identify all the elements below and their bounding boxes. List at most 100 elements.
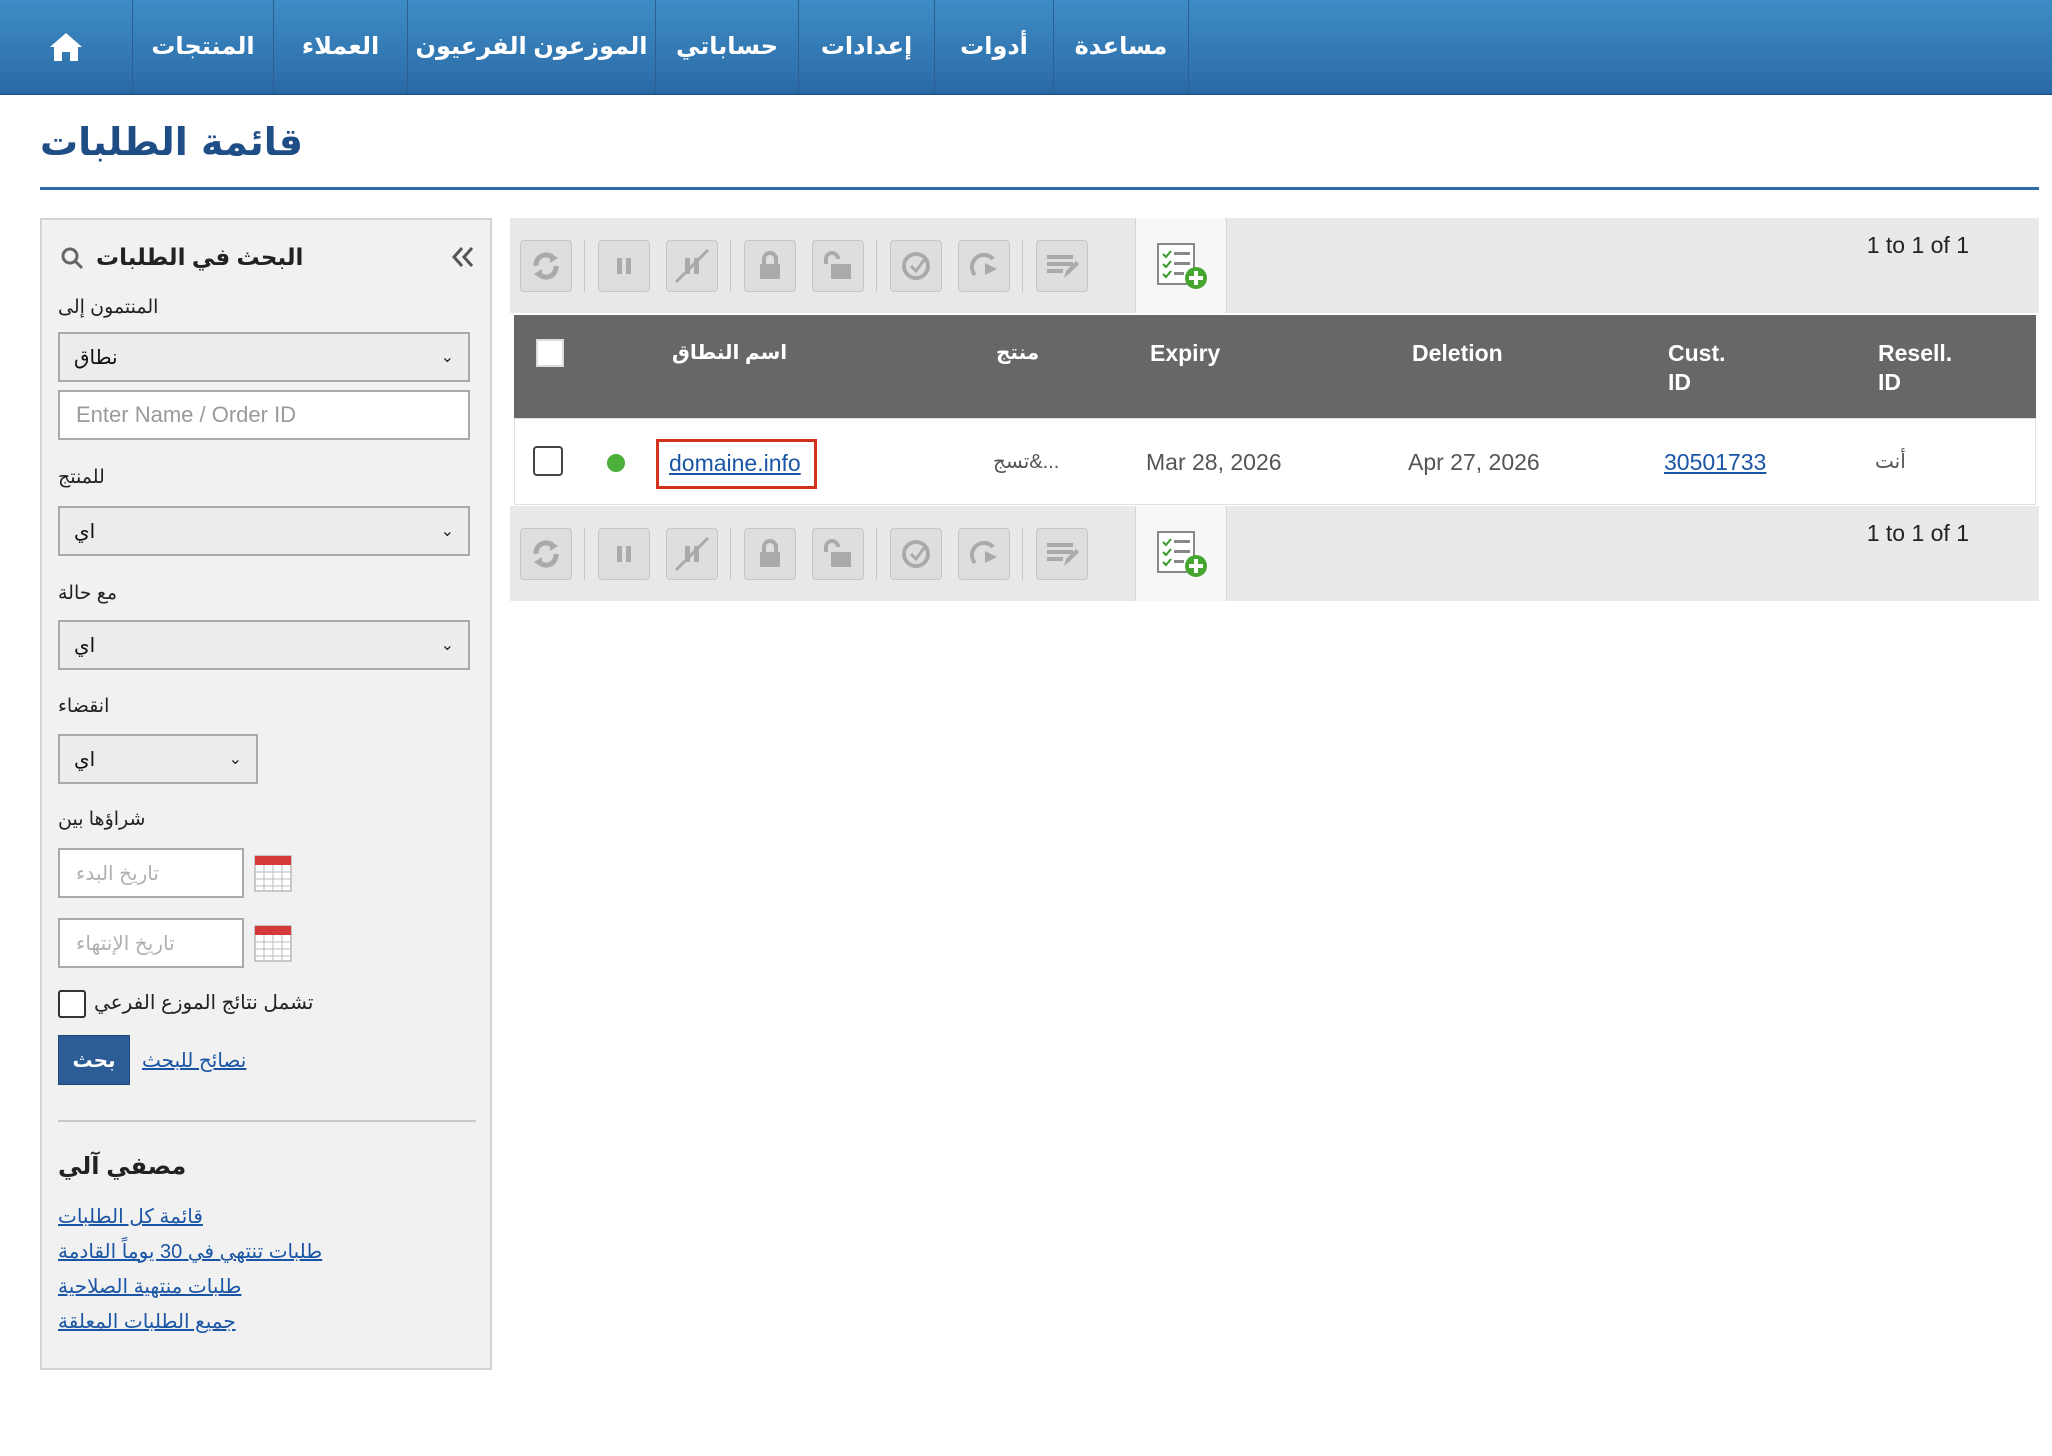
toolbar-separator [876, 528, 877, 580]
transfer-out-icon [969, 252, 997, 277]
transfer-out-button[interactable] [958, 240, 1010, 292]
product-value: اي [74, 520, 96, 543]
pagination-summary: 1 to 1 of 1 [1866, 232, 1969, 258]
unlock-button[interactable] [812, 240, 864, 292]
column-resell-id-line1: Resell. [1878, 340, 1953, 366]
unlock-icon [824, 539, 851, 567]
transfer-in-button[interactable] [890, 528, 942, 580]
filter-link-expiring-30-days[interactable]: طلبات تنتهي في 30 يوماً القادمة [58, 1239, 322, 1264]
calendar-icon[interactable] [254, 922, 292, 962]
lock-icon [760, 251, 780, 279]
suspend-button[interactable] [598, 240, 650, 292]
table-header: اسم النطاق منتج Expiry Deletion Cust. ID… [514, 315, 2036, 418]
expiry-cell: Mar 28, 2026 [1146, 449, 1282, 475]
bulk-edit-icon [1047, 543, 1079, 566]
add-order-icon [1157, 242, 1207, 289]
transfer-out-icon [969, 540, 997, 565]
unsuspend-button[interactable] [666, 528, 718, 580]
status-label: مع حالة [58, 583, 118, 604]
suspend-icon [617, 546, 631, 562]
toolbar-separator [876, 240, 877, 292]
page-title: قائمة الطلبات [40, 120, 303, 164]
chevron-down-icon: ⌄ [440, 637, 454, 654]
pagination-summary: 1 to 1 of 1 [1866, 520, 1969, 546]
chevron-down-icon: ⌄ [440, 523, 454, 540]
search-icon [61, 247, 84, 270]
start-date-input[interactable]: تاريخ البدء [58, 848, 244, 898]
search-button[interactable]: بحث [58, 1035, 130, 1085]
deletion-cell: Apr 27, 2026 [1408, 449, 1540, 475]
filter-link-expired-orders[interactable]: طلبات منتهية الصلاحية [58, 1274, 241, 1299]
nav-my-accounts[interactable]: حساباتي [656, 0, 799, 93]
lock-button[interactable] [744, 240, 796, 292]
search-tips-link[interactable]: نصائح للبحث [142, 1048, 246, 1073]
transfer-in-icon [902, 252, 930, 280]
home-icon [50, 32, 82, 61]
filter-link-suspended-orders[interactable]: جميع الطلبات المعلقة [58, 1309, 236, 1334]
home-button[interactable] [0, 0, 133, 93]
add-order-icon [1157, 530, 1207, 577]
transfer-in-icon [902, 540, 930, 568]
renew-icon [533, 252, 559, 280]
product-select[interactable]: اي ⌄ [58, 506, 470, 556]
top-navigation: المنتجات العملاء الموزعون الفرعيون حسابا… [0, 0, 2052, 95]
nav-tools[interactable]: أدوات [935, 0, 1054, 93]
status-select[interactable]: اي ⌄ [58, 620, 470, 670]
add-order-button[interactable] [1135, 506, 1227, 601]
unlock-button[interactable] [812, 528, 864, 580]
suspend-icon [617, 258, 631, 274]
toolbar-separator [730, 240, 731, 292]
column-product[interactable]: منتج [996, 339, 1039, 368]
bulk-edit-button[interactable] [1036, 528, 1088, 580]
belongs-to-label: المنتمون إلى [58, 297, 159, 318]
include-subreseller-checkbox[interactable] [58, 990, 86, 1018]
nav-customers[interactable]: العملاء [274, 0, 408, 93]
column-domain-name[interactable]: اسم النطاق [672, 339, 787, 368]
nav-settings[interactable]: إعدادات [799, 0, 935, 93]
chevron-down-icon: ⌄ [440, 349, 454, 366]
bulk-edit-button[interactable] [1036, 240, 1088, 292]
product-label: للمنتج [58, 467, 105, 488]
unsuspend-button[interactable] [666, 240, 718, 292]
panel-divider [58, 1120, 476, 1122]
cust-id-link[interactable]: 30501733 [1664, 449, 1766, 476]
transfer-out-button[interactable] [958, 528, 1010, 580]
column-deletion[interactable]: Deletion [1412, 339, 1503, 368]
actions-toolbar-top: 1 to 1 of 1 [510, 218, 2039, 313]
belongs-to-select[interactable]: نطاق ⌄ [58, 332, 470, 382]
filter-link-all-orders[interactable]: قائمة كل الطلبات [58, 1204, 203, 1229]
column-resell-id[interactable]: Resell. ID [1878, 339, 1952, 397]
table-row: domaine.info تسج&... Mar 28, 2026 Apr 27… [514, 418, 2036, 505]
domain-link[interactable]: domaine.info [669, 450, 801, 477]
column-expiry[interactable]: Expiry [1150, 339, 1220, 368]
status-indicator [607, 454, 625, 472]
name-order-id-input[interactable]: Enter Name / Order ID [58, 390, 470, 440]
row-checkbox[interactable] [533, 446, 563, 476]
collapse-panel-icon[interactable] [448, 242, 478, 272]
lock-button[interactable] [744, 528, 796, 580]
nav-help[interactable]: مساعدة [1054, 0, 1189, 93]
nav-sub-resellers[interactable]: الموزعون الفرعيون [408, 0, 656, 93]
toolbar-separator [584, 240, 585, 292]
transfer-in-button[interactable] [890, 240, 942, 292]
expiry-select[interactable]: اي ⌄ [58, 734, 258, 784]
nav-products[interactable]: المنتجات [133, 0, 274, 93]
column-cust-id[interactable]: Cust. ID [1668, 339, 1726, 397]
toolbar-separator [1022, 240, 1023, 292]
include-subreseller-label: تشمل نتائج الموزع الفرعي [94, 992, 314, 1014]
renew-button[interactable] [520, 240, 572, 292]
end-date-input[interactable]: تاريخ الإنتهاء [58, 918, 244, 968]
unsuspend-icon [674, 536, 710, 572]
search-panel-title: البحث في الطلبات [96, 244, 304, 270]
toolbar-separator [584, 528, 585, 580]
column-resell-id-line2: ID [1878, 369, 1901, 395]
calendar-icon[interactable] [254, 852, 292, 892]
bulk-edit-icon [1047, 255, 1079, 278]
toolbar-separator [730, 528, 731, 580]
suspend-button[interactable] [598, 528, 650, 580]
purchased-between-label: شراؤها بين [58, 809, 146, 830]
select-all-checkbox[interactable] [536, 339, 564, 367]
renew-button[interactable] [520, 528, 572, 580]
title-divider [40, 187, 2039, 190]
add-order-button[interactable] [1135, 218, 1227, 313]
